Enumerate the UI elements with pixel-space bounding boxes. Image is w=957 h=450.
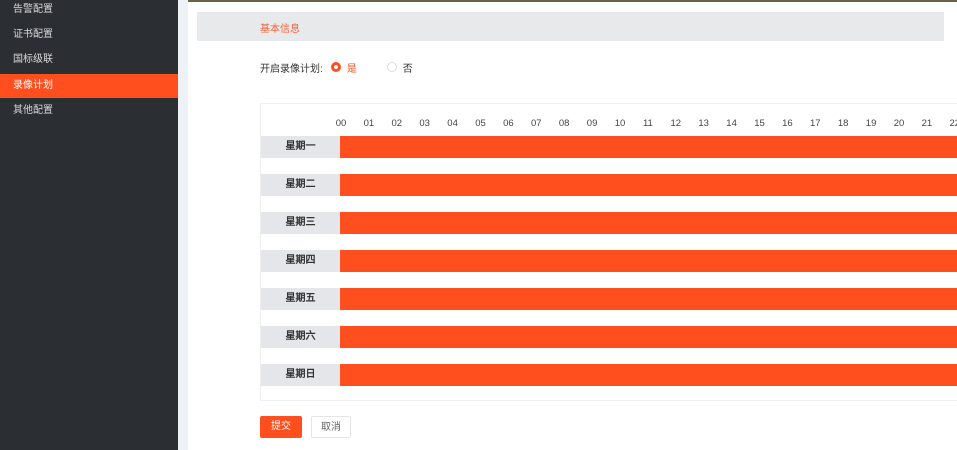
- hour-label: 02: [391, 118, 403, 129]
- schedule-grid: 00 01 02 03 04 05 06 07 08 09 10 11 12 13 14 15 16 17 18 19…: [260, 103, 957, 401]
- hour-label: 08: [558, 118, 570, 129]
- cancel-button[interactable]: 取消: [311, 416, 351, 438]
- sidebar-item[interactable]: 录像计划: [0, 74, 178, 98]
- content-gutter: [178, 0, 188, 450]
- radio-unchecked-icon: [386, 62, 397, 72]
- hour-label: 19: [865, 118, 877, 129]
- day-label: 星期日: [261, 364, 340, 386]
- hour-label: 11: [642, 118, 653, 129]
- hour-label: 03: [419, 118, 430, 129]
- schedule-row: 星期三: [261, 212, 957, 234]
- schedule-row: 星期一: [261, 136, 957, 158]
- hour-label: 00: [335, 118, 347, 129]
- schedule-row: 星期日: [261, 364, 957, 386]
- hour-label: 21: [921, 118, 933, 129]
- hour-label: 14: [726, 118, 737, 129]
- schedule-row: 星期二: [261, 174, 957, 196]
- day-label: 星期六: [261, 326, 340, 348]
- schedule-bar[interactable]: [340, 364, 957, 386]
- sidebar-item[interactable]: 告警配置: [0, 0, 178, 22]
- schedule-bar[interactable]: [340, 212, 957, 234]
- schedule-bar[interactable]: [340, 288, 957, 310]
- day-label: 星期二: [261, 174, 340, 196]
- hour-label: 06: [503, 118, 514, 129]
- record-plan-label: 开启录像计划:: [260, 63, 323, 75]
- sidebar: 告警配置 证书配置 国标级联 录像计划 其他配置: [0, 0, 178, 450]
- schedule-bar[interactable]: [340, 250, 957, 272]
- hour-label: 16: [782, 118, 793, 129]
- hour-label: 22: [949, 118, 957, 129]
- hour-label: 13: [698, 118, 709, 129]
- hour-label: 15: [754, 118, 765, 129]
- sidebar-item[interactable]: 其他配置: [0, 99, 178, 123]
- schedule-row: 星期六: [261, 326, 957, 348]
- radio-no[interactable]: 否: [386, 60, 413, 75]
- section-header: 基本信息: [197, 12, 944, 41]
- schedule-bar[interactable]: [340, 326, 957, 348]
- sidebar-item[interactable]: 国标级联: [0, 48, 178, 72]
- day-label: 星期一: [261, 136, 340, 158]
- hour-label: 09: [586, 118, 598, 129]
- radio-checked-icon: [330, 62, 341, 72]
- record-plan-toggle: 开启录像计划: 是 否: [260, 60, 413, 75]
- hour-label: 04: [447, 118, 458, 129]
- hour-label: 18: [837, 118, 849, 129]
- radio-no-label: 否: [402, 63, 413, 75]
- hour-label: 07: [531, 118, 542, 129]
- hour-label: 12: [670, 118, 682, 129]
- section-title: 基本信息: [260, 24, 300, 35]
- radio-yes[interactable]: 是: [330, 60, 387, 75]
- schedule-row: 星期四: [261, 250, 957, 272]
- day-label: 星期三: [261, 212, 340, 234]
- day-label: 星期五: [261, 288, 340, 310]
- hour-label: 01: [363, 118, 375, 129]
- schedule-bar[interactable]: [340, 174, 957, 196]
- hour-label: 17: [810, 118, 821, 129]
- hour-label: 05: [475, 118, 486, 129]
- top-border: [188, 0, 957, 2]
- hour-label: 20: [893, 118, 905, 129]
- schedule-bar[interactable]: [340, 136, 957, 158]
- submit-button[interactable]: 提交: [260, 416, 302, 438]
- sidebar-item[interactable]: 证书配置: [0, 23, 178, 47]
- schedule-row: 星期五: [261, 288, 957, 310]
- day-label: 星期四: [261, 250, 340, 272]
- hour-label: 10: [614, 118, 626, 129]
- radio-yes-label: 是: [346, 63, 357, 75]
